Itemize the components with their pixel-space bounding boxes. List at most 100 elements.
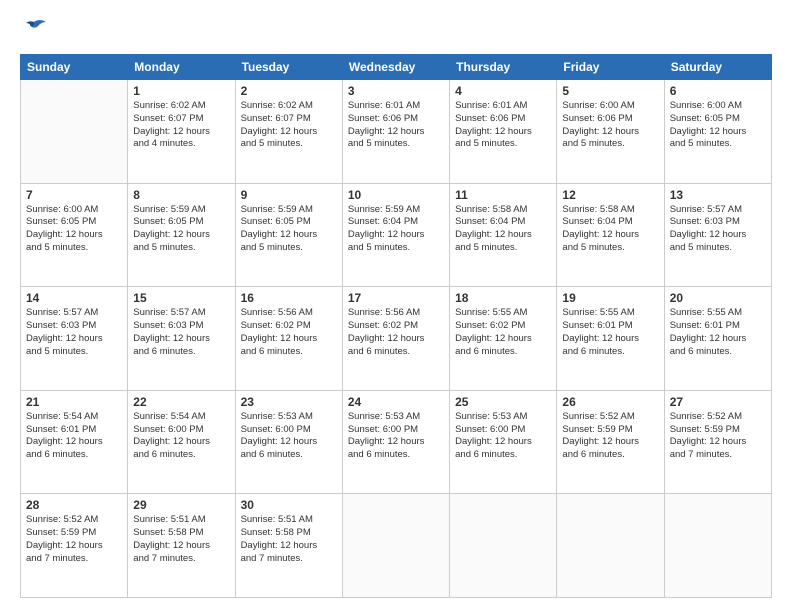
day-info: Sunrise: 5:56 AMSunset: 6:02 PMDaylight:… — [348, 307, 444, 358]
calendar-cell: 28Sunrise: 5:52 AMSunset: 5:59 PMDayligh… — [21, 494, 128, 598]
weekday-header: Thursday — [450, 55, 557, 80]
day-info: Sunrise: 5:52 AMSunset: 5:59 PMDaylight:… — [26, 514, 122, 565]
day-number: 7 — [26, 188, 122, 202]
day-number: 27 — [670, 395, 766, 409]
day-number: 2 — [241, 84, 337, 98]
day-number: 29 — [133, 498, 229, 512]
day-number: 23 — [241, 395, 337, 409]
day-number: 17 — [348, 291, 444, 305]
calendar-cell: 30 Sunrise: 5:51 AMSunset: 5:58 PMDayligh… — [235, 494, 342, 598]
day-number: 6 — [670, 84, 766, 98]
calendar-table: SundayMondayTuesdayWednesdayThursdayFrid… — [20, 54, 772, 598]
day-number: 13 — [670, 188, 766, 202]
calendar-cell: 21Sunrise: 5:54 AMSunset: 6:01 PMDayligh… — [21, 390, 128, 494]
day-info: Sunrise: 5:56 AMSunset: 6:02 PMDaylight:… — [241, 307, 337, 358]
day-info: Sunrise: 5:57 AMSunset: 6:03 PMDaylight:… — [26, 307, 122, 358]
calendar-cell: 12 Sunrise: 5:58 AMSunset: 6:04 PMDayligh… — [557, 183, 664, 287]
calendar-cell: 4Sunrise: 6:01 AMSunset: 6:06 PMDaylight… — [450, 80, 557, 184]
day-number: 15 — [133, 291, 229, 305]
day-info: Sunrise: 6:02 AMSunset: 6:07 PMDaylight:… — [241, 100, 337, 151]
day-number: 30 — [241, 498, 337, 512]
day-number: 3 — [348, 84, 444, 98]
calendar-cell: 29 Sunrise: 5:51 AMSunset: 5:58 PMDayligh… — [128, 494, 235, 598]
calendar-cell — [450, 494, 557, 598]
weekday-header: Sunday — [21, 55, 128, 80]
day-info: Sunrise: 5:59 AMSunset: 6:04 PMDaylight:… — [348, 204, 444, 255]
calendar-cell: 19 Sunrise: 5:55 AMSunset: 6:01 PMDayligh… — [557, 287, 664, 391]
day-number: 24 — [348, 395, 444, 409]
day-info: Sunrise: 6:00 AMSunset: 6:05 PMDaylight:… — [670, 100, 766, 151]
day-number: 8 — [133, 188, 229, 202]
day-number: 4 — [455, 84, 551, 98]
weekday-header: Tuesday — [235, 55, 342, 80]
day-number: 25 — [455, 395, 551, 409]
header — [20, 18, 772, 44]
calendar-cell — [664, 494, 771, 598]
day-info: Sunrise: 5:51 AMSunset: 5:58 PMDaylight:… — [133, 514, 229, 565]
day-info: Sunrise: 5:53 AMSunset: 6:00 PMDaylight:… — [241, 411, 337, 462]
day-info: Sunrise: 6:02 AMSunset: 6:07 PMDaylight:… — [133, 100, 229, 151]
day-number: 12 — [562, 188, 658, 202]
calendar-cell: 7 Sunrise: 6:00 AMSunset: 6:05 PMDaylight… — [21, 183, 128, 287]
calendar-week-row: 1 Sunrise: 6:02 AMSunset: 6:07 PMDaylight… — [21, 80, 772, 184]
calendar-cell — [21, 80, 128, 184]
calendar-cell: 13 Sunrise: 5:57 AMSunset: 6:03 PMDayligh… — [664, 183, 771, 287]
calendar-cell: 1 Sunrise: 6:02 AMSunset: 6:07 PMDaylight… — [128, 80, 235, 184]
day-number: 19 — [562, 291, 658, 305]
day-info: Sunrise: 6:00 AMSunset: 6:05 PMDaylight:… — [26, 204, 122, 255]
calendar-cell — [557, 494, 664, 598]
day-info: Sunrise: 5:58 AMSunset: 6:04 PMDaylight:… — [455, 204, 551, 255]
calendar-cell: 16Sunrise: 5:56 AMSunset: 6:02 PMDayligh… — [235, 287, 342, 391]
day-number: 10 — [348, 188, 444, 202]
weekday-header: Wednesday — [342, 55, 449, 80]
page: SundayMondayTuesdayWednesdayThursdayFrid… — [0, 0, 792, 612]
day-number: 5 — [562, 84, 658, 98]
calendar-cell: 8 Sunrise: 5:59 AMSunset: 6:05 PMDaylight… — [128, 183, 235, 287]
day-info: Sunrise: 5:55 AMSunset: 6:02 PMDaylight:… — [455, 307, 551, 358]
calendar-cell: 26 Sunrise: 5:52 AMSunset: 5:59 PMDayligh… — [557, 390, 664, 494]
day-info: Sunrise: 5:51 AMSunset: 5:58 PMDaylight:… — [241, 514, 337, 565]
day-info: Sunrise: 5:58 AMSunset: 6:04 PMDaylight:… — [562, 204, 658, 255]
day-info: Sunrise: 5:55 AMSunset: 6:01 PMDaylight:… — [670, 307, 766, 358]
calendar-cell: 6 Sunrise: 6:00 AMSunset: 6:05 PMDaylight… — [664, 80, 771, 184]
day-number: 18 — [455, 291, 551, 305]
weekday-header: Friday — [557, 55, 664, 80]
day-info: Sunrise: 5:55 AMSunset: 6:01 PMDaylight:… — [562, 307, 658, 358]
calendar-cell: 14 Sunrise: 5:57 AMSunset: 6:03 PMDayligh… — [21, 287, 128, 391]
day-info: Sunrise: 5:59 AMSunset: 6:05 PMDaylight:… — [241, 204, 337, 255]
calendar-cell: 23 Sunrise: 5:53 AMSunset: 6:00 PMDayligh… — [235, 390, 342, 494]
day-number: 1 — [133, 84, 229, 98]
logo — [20, 18, 48, 44]
day-info: Sunrise: 5:57 AMSunset: 6:03 PMDaylight:… — [670, 204, 766, 255]
day-info: Sunrise: 5:54 AMSunset: 6:00 PMDaylight:… — [133, 411, 229, 462]
calendar-cell — [342, 494, 449, 598]
calendar-cell: 3 Sunrise: 6:01 AMSunset: 6:06 PMDaylight… — [342, 80, 449, 184]
calendar-cell: 2 Sunrise: 6:02 AMSunset: 6:07 PMDaylight… — [235, 80, 342, 184]
day-info: Sunrise: 5:57 AMSunset: 6:03 PMDaylight:… — [133, 307, 229, 358]
calendar-week-row: 14 Sunrise: 5:57 AMSunset: 6:03 PMDayligh… — [21, 287, 772, 391]
calendar-cell: 10 Sunrise: 5:59 AMSunset: 6:04 PMDayligh… — [342, 183, 449, 287]
calendar-cell: 20Sunrise: 5:55 AMSunset: 6:01 PMDayligh… — [664, 287, 771, 391]
calendar-cell: 9Sunrise: 5:59 AMSunset: 6:05 PMDaylight… — [235, 183, 342, 287]
calendar-cell: 25 Sunrise: 5:53 AMSunset: 6:00 PMDayligh… — [450, 390, 557, 494]
calendar-cell: 11Sunrise: 5:58 AMSunset: 6:04 PMDayligh… — [450, 183, 557, 287]
calendar-cell: 5 Sunrise: 6:00 AMSunset: 6:06 PMDaylight… — [557, 80, 664, 184]
day-info: Sunrise: 5:53 AMSunset: 6:00 PMDaylight:… — [348, 411, 444, 462]
calendar-week-row: 21Sunrise: 5:54 AMSunset: 6:01 PMDayligh… — [21, 390, 772, 494]
day-info: Sunrise: 5:53 AMSunset: 6:00 PMDaylight:… — [455, 411, 551, 462]
day-info: Sunrise: 5:52 AMSunset: 5:59 PMDaylight:… — [562, 411, 658, 462]
weekday-header: Monday — [128, 55, 235, 80]
calendar-cell: 18 Sunrise: 5:55 AMSunset: 6:02 PMDayligh… — [450, 287, 557, 391]
calendar-cell: 22Sunrise: 5:54 AMSunset: 6:00 PMDayligh… — [128, 390, 235, 494]
calendar-week-row: 28Sunrise: 5:52 AMSunset: 5:59 PMDayligh… — [21, 494, 772, 598]
calendar-cell: 24 Sunrise: 5:53 AMSunset: 6:00 PMDayligh… — [342, 390, 449, 494]
day-number: 26 — [562, 395, 658, 409]
day-number: 21 — [26, 395, 122, 409]
day-info: Sunrise: 5:59 AMSunset: 6:05 PMDaylight:… — [133, 204, 229, 255]
calendar-cell: 17 Sunrise: 5:56 AMSunset: 6:02 PMDayligh… — [342, 287, 449, 391]
day-info: Sunrise: 6:00 AMSunset: 6:06 PMDaylight:… — [562, 100, 658, 151]
calendar-cell: 15 Sunrise: 5:57 AMSunset: 6:03 PMDayligh… — [128, 287, 235, 391]
calendar-header-row: SundayMondayTuesdayWednesdayThursdayFrid… — [21, 55, 772, 80]
day-info: Sunrise: 6:01 AMSunset: 6:06 PMDaylight:… — [348, 100, 444, 151]
day-number: 14 — [26, 291, 122, 305]
